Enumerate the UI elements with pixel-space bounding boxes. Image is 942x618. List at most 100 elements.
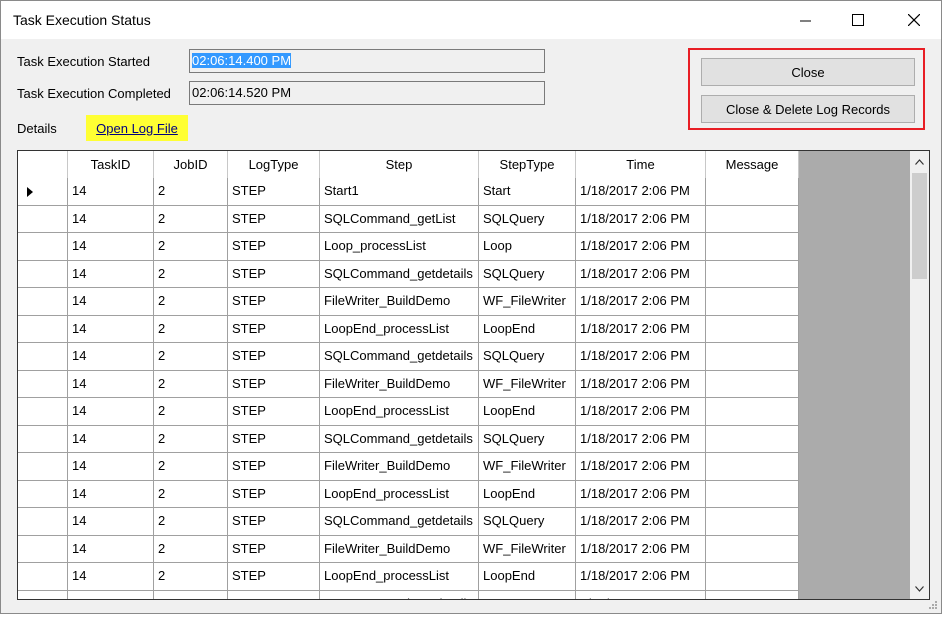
- column-header-message[interactable]: Message: [706, 151, 799, 178]
- grid-cell-steptype[interactable]: SQLQuery: [479, 343, 576, 371]
- close-button[interactable]: Close: [701, 58, 915, 86]
- grid-cell-step[interactable]: SQLCommand_getdetails: [320, 425, 479, 453]
- grid-cell-taskid[interactable]: 14: [68, 288, 154, 316]
- grid-cell-logtype[interactable]: STEP: [228, 508, 320, 536]
- grid-cell-jobid[interactable]: 2: [154, 370, 228, 398]
- grid-cell-time[interactable]: 1/18/2017 2:06 PM: [576, 288, 706, 316]
- grid-cell-message[interactable]: [706, 398, 799, 426]
- grid-cell-jobid[interactable]: 2: [154, 453, 228, 481]
- grid-cell-jobid[interactable]: 2: [154, 343, 228, 371]
- maximize-button[interactable]: [835, 1, 881, 39]
- grid-cell-time[interactable]: 1/18/2017 2:06 PM: [576, 425, 706, 453]
- grid-cell-time[interactable]: 1/18/2017 2:06 PM: [576, 205, 706, 233]
- minimize-button[interactable]: [782, 1, 828, 39]
- grid-cell-steptype[interactable]: Loop: [479, 233, 576, 261]
- column-header-taskid[interactable]: TaskID: [68, 151, 154, 178]
- grid-cell-logtype[interactable]: STEP: [228, 178, 320, 206]
- grid-cell-logtype[interactable]: STEP: [228, 288, 320, 316]
- grid-cell-taskid[interactable]: 14: [68, 343, 154, 371]
- grid-cell-logtype[interactable]: STEP: [228, 233, 320, 261]
- grid-cell-step[interactable]: FileWriter_BuildDemo: [320, 288, 479, 316]
- grid-cell-taskid[interactable]: 14: [68, 178, 154, 206]
- grid-cell-steptype[interactable]: SQLQuery: [479, 205, 576, 233]
- grid-cell-jobid[interactable]: 2: [154, 315, 228, 343]
- grid-cell-steptype[interactable]: LoopEnd: [479, 398, 576, 426]
- grid-cell-message[interactable]: [706, 508, 799, 536]
- grid-cell-step[interactable]: FileWriter_BuildDemo: [320, 535, 479, 563]
- row-header[interactable]: [18, 233, 68, 261]
- grid-cell-taskid[interactable]: 14: [68, 398, 154, 426]
- row-header[interactable]: [18, 508, 68, 536]
- log-grid[interactable]: TaskID JobID LogType Step StepType Time Messag…: [17, 150, 930, 600]
- grid-cell-step[interactable]: Start1: [320, 178, 479, 206]
- row-header[interactable]: [18, 315, 68, 343]
- grid-cell-message[interactable]: [706, 370, 799, 398]
- grid-cell-taskid[interactable]: 14: [68, 260, 154, 288]
- grid-cell-time[interactable]: 1/18/2017 2:06 PM: [576, 535, 706, 563]
- close-window-button[interactable]: [891, 1, 937, 39]
- grid-cell-step[interactable]: SQLCommand_getdetails: [320, 260, 479, 288]
- row-header[interactable]: [18, 480, 68, 508]
- scroll-down-button[interactable]: [910, 579, 929, 599]
- grid-cell-taskid[interactable]: 14: [68, 205, 154, 233]
- completed-field[interactable]: 02:06:14.520 PM: [189, 81, 545, 105]
- grid-cell-jobid[interactable]: 2: [154, 590, 228, 599]
- grid-cell-steptype[interactable]: Start: [479, 178, 576, 206]
- column-header-time[interactable]: Time: [576, 151, 706, 178]
- grid-cell-time[interactable]: 1/18/2017 2:06 PM: [576, 315, 706, 343]
- grid-cell-jobid[interactable]: 2: [154, 535, 228, 563]
- grid-cell-steptype[interactable]: WF_FileWriter: [479, 535, 576, 563]
- grid-cell-jobid[interactable]: 2: [154, 260, 228, 288]
- grid-cell-logtype[interactable]: STEP: [228, 590, 320, 599]
- grid-cell-message[interactable]: [706, 315, 799, 343]
- grid-cell-time[interactable]: 1/18/2017 2:06 PM: [576, 260, 706, 288]
- grid-cell-logtype[interactable]: STEP: [228, 260, 320, 288]
- grid-cell-message[interactable]: [706, 343, 799, 371]
- grid-cell-jobid[interactable]: 2: [154, 508, 228, 536]
- scroll-up-button[interactable]: [910, 152, 929, 172]
- grid-cell-taskid[interactable]: 14: [68, 535, 154, 563]
- grid-cell-taskid[interactable]: 14: [68, 315, 154, 343]
- grid-cell-taskid[interactable]: 14: [68, 370, 154, 398]
- grid-cell-jobid[interactable]: 2: [154, 480, 228, 508]
- grid-cell-steptype[interactable]: LoopEnd: [479, 315, 576, 343]
- resize-grip-icon[interactable]: [927, 599, 937, 609]
- grid-cell-message[interactable]: [706, 480, 799, 508]
- grid-cell-message[interactable]: [706, 178, 799, 206]
- grid-cell-message[interactable]: [706, 563, 799, 591]
- vertical-scrollbar[interactable]: [910, 151, 929, 599]
- grid-cell-logtype[interactable]: STEP: [228, 370, 320, 398]
- grid-cell-message[interactable]: [706, 535, 799, 563]
- grid-cell-step[interactable]: LoopEnd_processList: [320, 563, 479, 591]
- grid-cell-step[interactable]: FileWriter_BuildDemo: [320, 370, 479, 398]
- grid-cell-logtype[interactable]: STEP: [228, 453, 320, 481]
- grid-cell-step[interactable]: Loop_processList: [320, 233, 479, 261]
- grid-cell-logtype[interactable]: STEP: [228, 480, 320, 508]
- row-header[interactable]: [18, 260, 68, 288]
- column-header-jobid[interactable]: JobID: [154, 151, 228, 178]
- grid-cell-steptype[interactable]: SQLQuery: [479, 590, 576, 599]
- row-header[interactable]: [18, 590, 68, 599]
- column-header-step[interactable]: Step: [320, 151, 479, 178]
- grid-cell-logtype[interactable]: STEP: [228, 205, 320, 233]
- row-header[interactable]: [18, 370, 68, 398]
- grid-cell-message[interactable]: [706, 205, 799, 233]
- grid-cell-steptype[interactable]: SQLQuery: [479, 508, 576, 536]
- close-delete-log-button[interactable]: Close & Delete Log Records: [701, 95, 915, 123]
- grid-cell-steptype[interactable]: LoopEnd: [479, 563, 576, 591]
- row-header[interactable]: [18, 425, 68, 453]
- grid-cell-step[interactable]: SQLCommand_getdetails: [320, 590, 479, 599]
- grid-cell-step[interactable]: SQLCommand_getdetails: [320, 343, 479, 371]
- grid-cell-message[interactable]: [706, 233, 799, 261]
- grid-cell-step[interactable]: FileWriter_BuildDemo: [320, 453, 479, 481]
- grid-cell-message[interactable]: [706, 260, 799, 288]
- grid-cell-time[interactable]: 1/18/2017 2:06 PM: [576, 563, 706, 591]
- grid-cell-jobid[interactable]: 2: [154, 563, 228, 591]
- grid-cell-message[interactable]: [706, 288, 799, 316]
- grid-cell-logtype[interactable]: STEP: [228, 535, 320, 563]
- row-header[interactable]: [18, 178, 68, 206]
- grid-cell-taskid[interactable]: 14: [68, 425, 154, 453]
- grid-cell-time[interactable]: 1/18/2017 2:06 PM: [576, 480, 706, 508]
- grid-cell-logtype[interactable]: STEP: [228, 398, 320, 426]
- row-header[interactable]: [18, 453, 68, 481]
